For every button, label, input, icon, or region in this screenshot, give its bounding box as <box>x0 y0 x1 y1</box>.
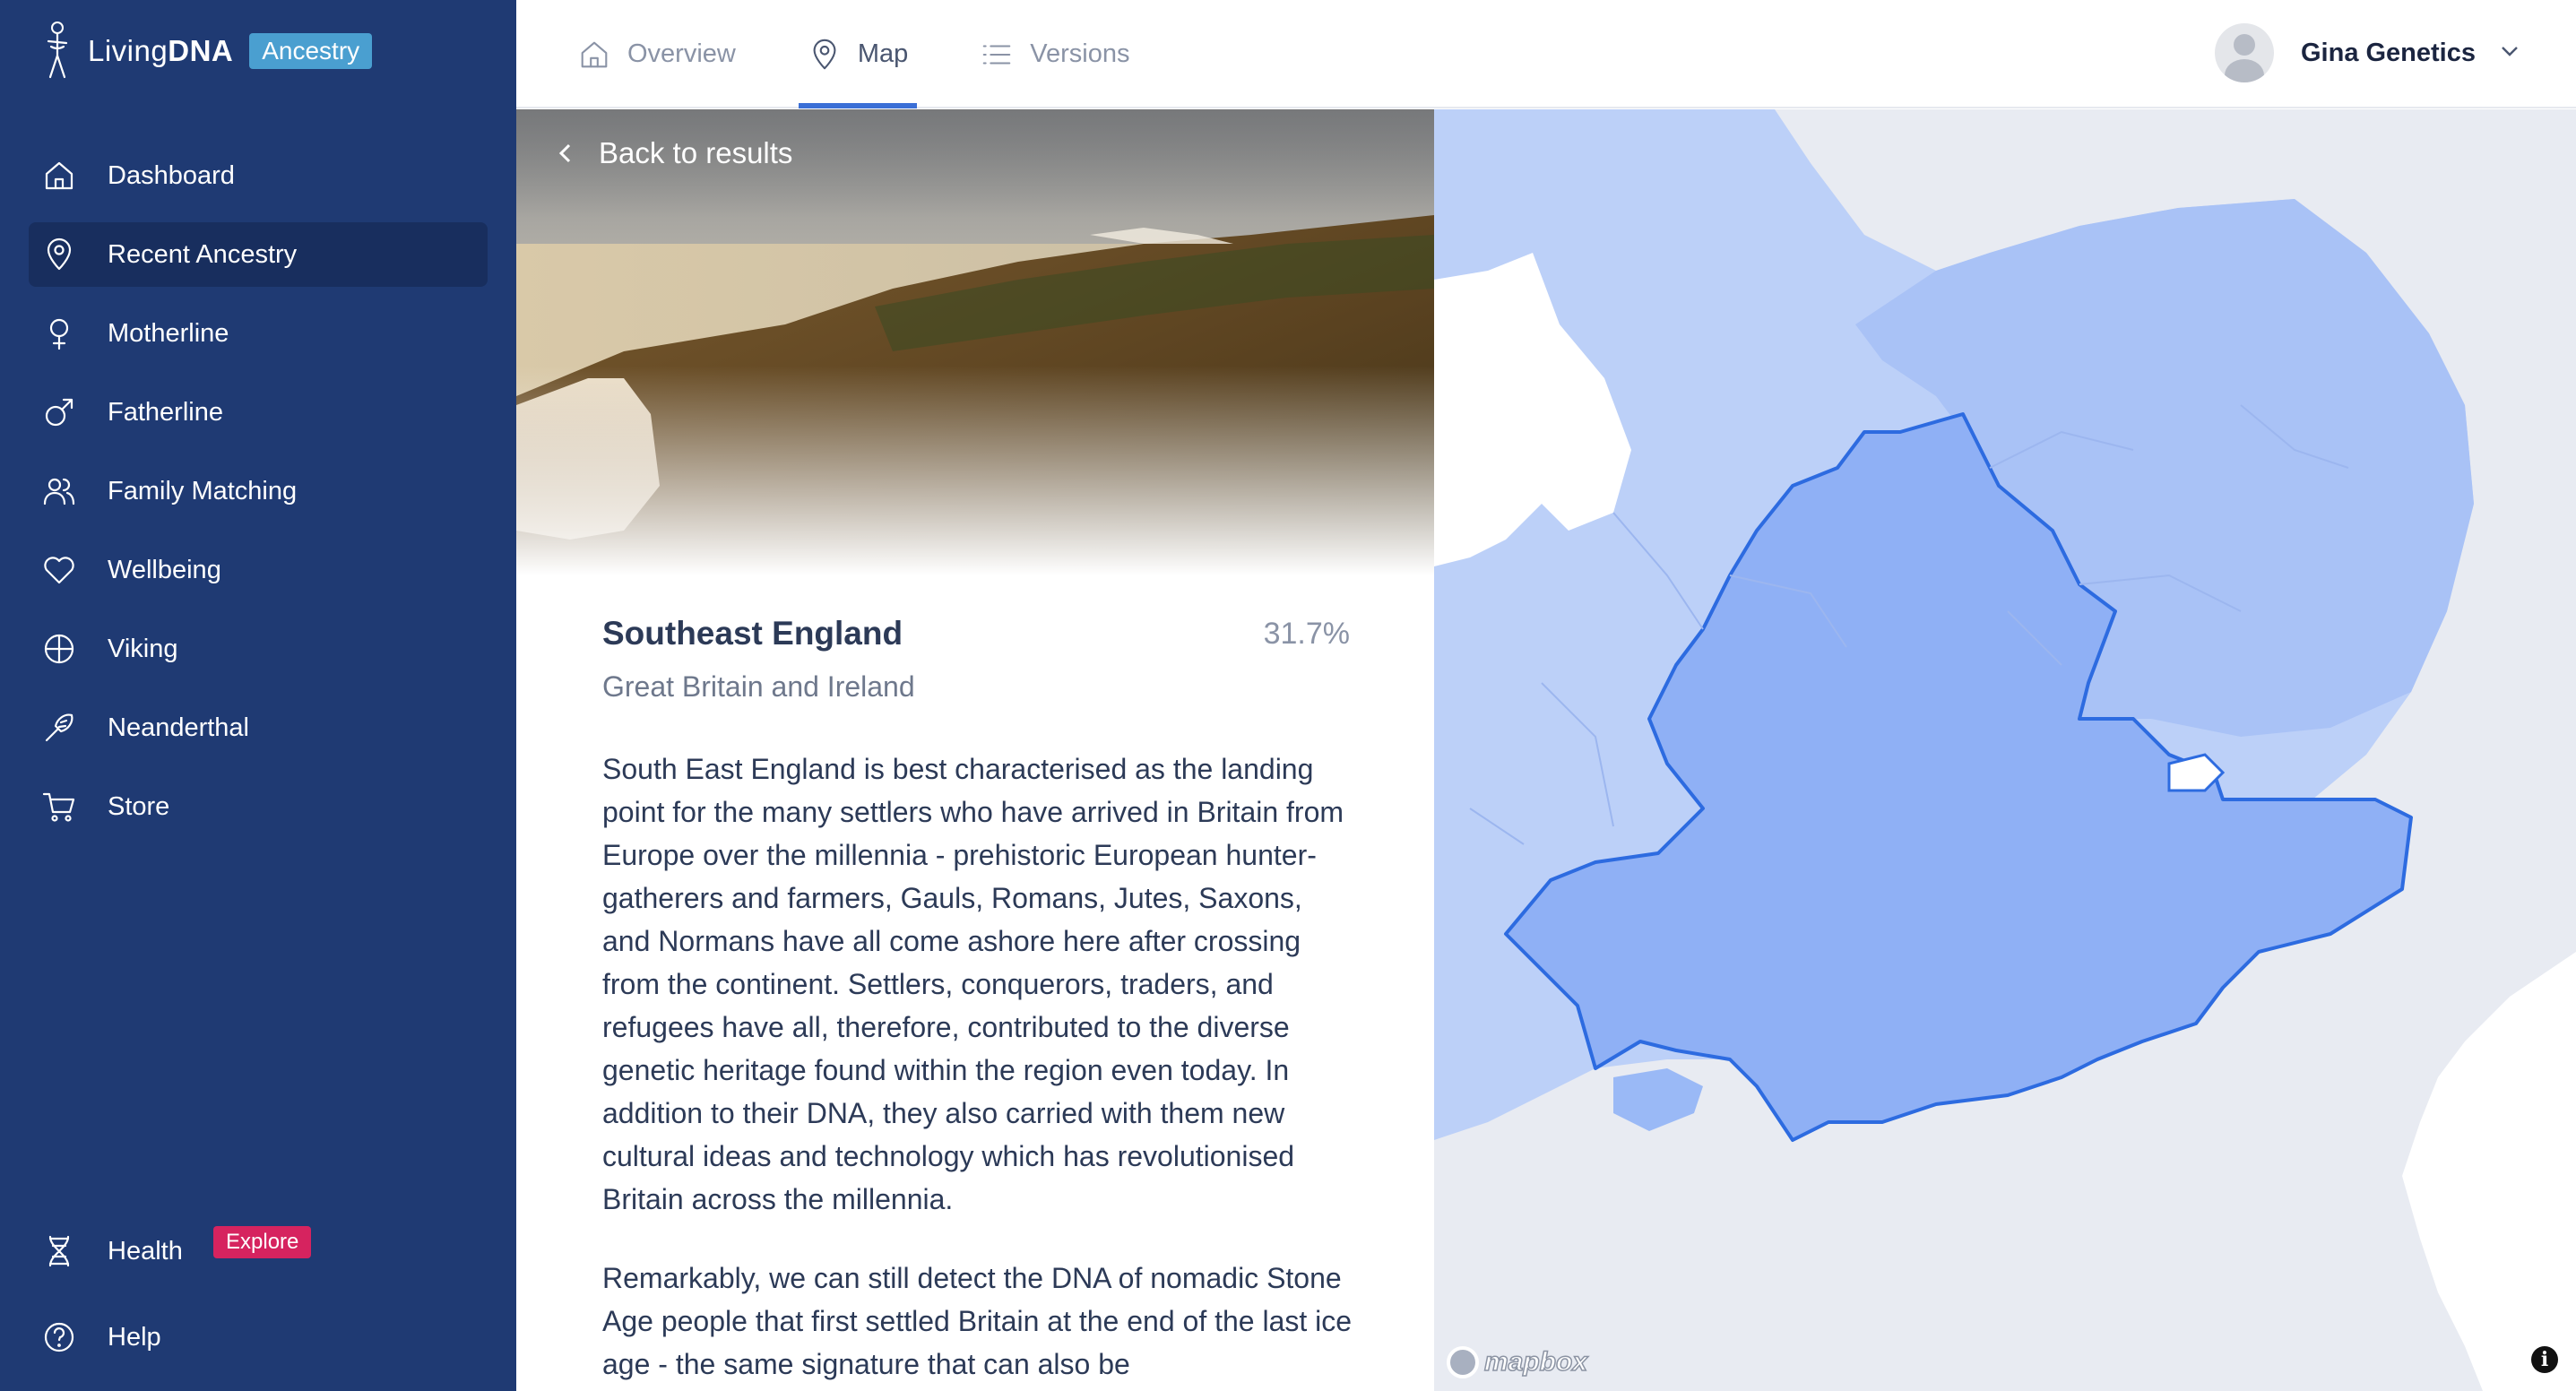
users-icon <box>41 473 77 509</box>
neanderthal-icon <box>41 710 77 746</box>
cart-icon <box>41 789 77 825</box>
sidebar-item-family-matching[interactable]: Family Matching <box>29 459 488 523</box>
region-header: Southeast England 31.7% Great Britain an… <box>602 615 1350 704</box>
chevron-down-icon <box>2497 39 2522 68</box>
back-label: Back to results <box>599 136 793 169</box>
tab-label: Overview <box>627 39 736 68</box>
explore-badge[interactable]: Explore <box>213 1226 312 1258</box>
description-paragraph: Remarkably, we can still detect the DNA … <box>602 1262 1353 1380</box>
sidebar-item-label: Recent Ancestry <box>108 239 298 269</box>
tab-overview[interactable]: Overview <box>575 0 738 108</box>
sidebar-item-label: Neanderthal <box>108 713 249 742</box>
home-icon <box>41 158 77 194</box>
sidebar-item-neanderthal[interactable]: Neanderthal <box>29 696 488 760</box>
tab-map[interactable]: Map <box>798 0 918 108</box>
viking-shield-icon <box>41 631 77 667</box>
male-icon <box>41 394 77 430</box>
sidebar-item-viking[interactable]: Viking <box>29 617 488 681</box>
help-circle-icon <box>41 1319 77 1355</box>
mapbox-logo-icon <box>1447 1346 1479 1378</box>
region-hero-image: Back to results <box>516 109 1434 575</box>
view-tabs: Overview Map Versions <box>575 0 1200 108</box>
cliff-landscape-image <box>516 109 1434 575</box>
sidebar-item-label: Dashboard <box>108 160 235 190</box>
sidebar: LivingDNA Ancestry Dashboard Recent Ance… <box>0 0 516 1391</box>
sidebar-item-label: Viking <box>108 634 178 663</box>
sidebar-item-label: Family Matching <box>108 476 298 505</box>
tab-versions[interactable]: Versions <box>978 0 1131 108</box>
sidebar-item-health[interactable]: Health Explore <box>29 1219 488 1283</box>
ancestry-badge: Ancestry <box>249 33 373 69</box>
user-name: Gina Genetics <box>2300 38 2476 67</box>
sidebar-item-label: Wellbeing <box>108 555 221 584</box>
sidebar-bottom: Health Explore Help <box>29 1219 488 1369</box>
tab-label: Versions <box>1030 39 1130 68</box>
living-dna-logo[interactable]: LivingDNA Ancestry <box>39 20 373 82</box>
heart-icon <box>41 552 77 588</box>
list-icon <box>982 44 1011 65</box>
tab-label: Map <box>857 39 909 68</box>
dna-icon <box>41 1233 77 1269</box>
map-info-button[interactable]: i <box>2531 1346 2558 1373</box>
map-pin-icon <box>813 39 836 69</box>
top-bar: Overview Map Versions Gina Genetics <box>516 0 2576 108</box>
region-title: Southeast England <box>602 615 903 652</box>
back-to-results-link[interactable]: Back to results <box>552 136 792 170</box>
map-pin-icon <box>41 237 77 272</box>
home-icon <box>581 41 608 67</box>
female-icon <box>41 315 77 351</box>
description-paragraph: South East England is best characterised… <box>602 753 1344 1215</box>
sidebar-item-label: Help <box>108 1322 161 1352</box>
region-map-canvas[interactable] <box>1434 109 2576 1391</box>
region-detail-panel: Back to results Southeast England 31.7% … <box>516 109 1434 1391</box>
sidebar-item-label: Store <box>108 791 170 821</box>
sidebar-item-motherline[interactable]: Motherline <box>29 301 488 366</box>
mapbox-attribution[interactable]: mapbox <box>1447 1346 1588 1378</box>
sidebar-item-label: Fatherline <box>108 397 223 427</box>
sidebar-item-recent-ancestry[interactable]: Recent Ancestry <box>29 222 488 287</box>
sidebar-item-help[interactable]: Help <box>29 1305 488 1369</box>
sidebar-item-wellbeing[interactable]: Wellbeing <box>29 538 488 602</box>
sidebar-item-label: Health <box>108 1236 183 1266</box>
sidebar-item-dashboard[interactable]: Dashboard <box>29 143 488 208</box>
avatar <box>2214 23 2274 82</box>
user-menu[interactable]: Gina Genetics <box>2214 22 2522 84</box>
region-subtitle: Great Britain and Ireland <box>602 670 915 703</box>
region-percentage: 31.7% <box>1263 617 1350 651</box>
ancestry-map[interactable]: mapbox i <box>1434 109 2576 1391</box>
brand-name: LivingDNA <box>88 34 234 67</box>
sidebar-item-fatherline[interactable]: Fatherline <box>29 380 488 445</box>
sidebar-nav: Dashboard Recent Ancestry Motherline Fat… <box>29 143 488 853</box>
mapbox-wordmark: mapbox <box>1483 1346 1588 1378</box>
chevron-left-icon <box>558 143 571 163</box>
sidebar-item-store[interactable]: Store <box>29 774 488 839</box>
sidebar-item-label: Motherline <box>108 318 229 348</box>
region-description: South East England is best characterised… <box>602 747 1355 1391</box>
dna-figure-icon <box>47 22 68 79</box>
